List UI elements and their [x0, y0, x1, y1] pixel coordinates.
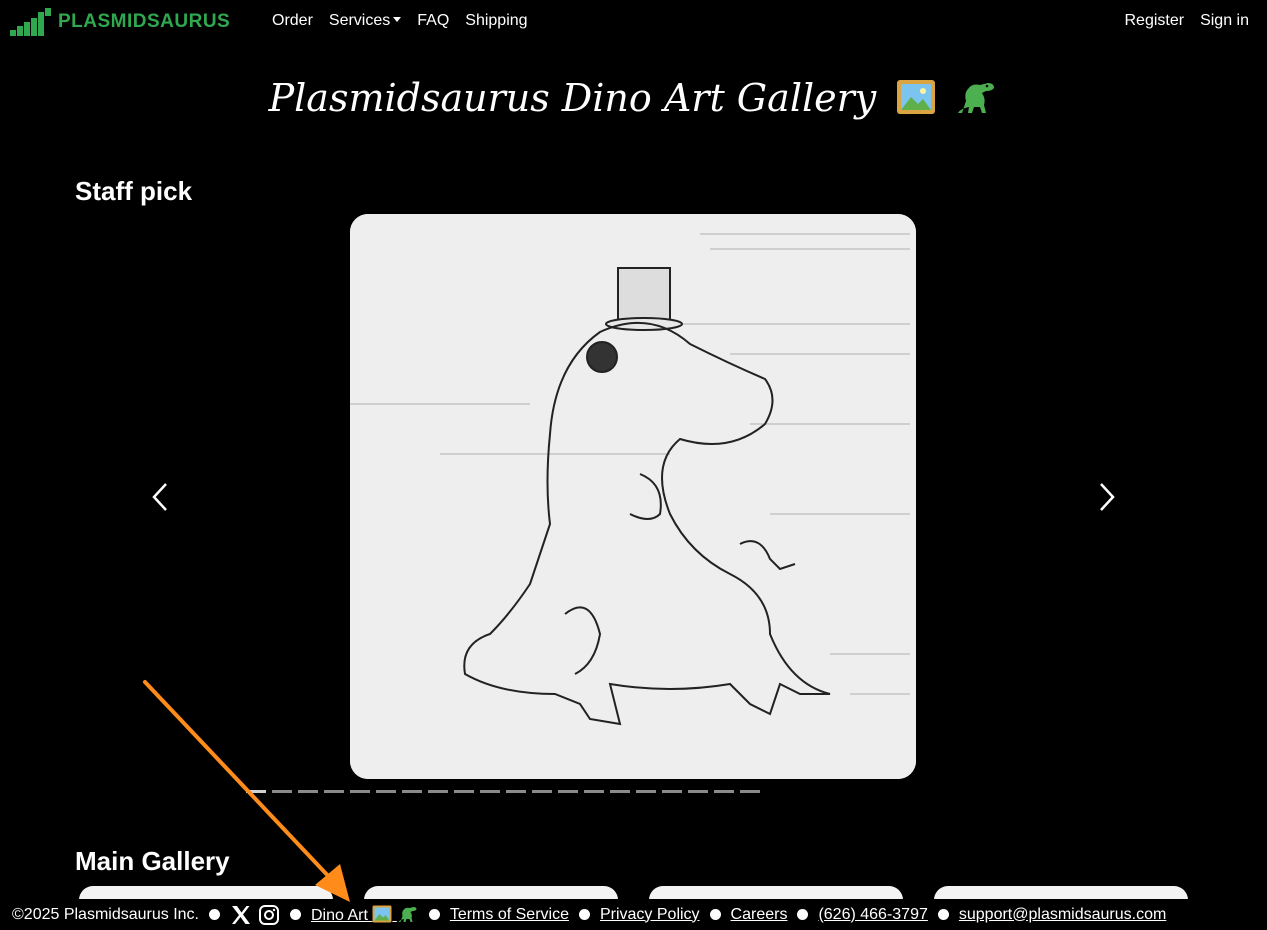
- copyright-text: ©2025 Plasmidsaurus Inc.: [12, 905, 199, 923]
- nav-services-dropdown[interactable]: Services: [328, 12, 402, 30]
- nav-faq[interactable]: FAQ: [417, 12, 449, 30]
- instagram-icon[interactable]: [258, 904, 280, 926]
- separator-dot: [209, 909, 220, 920]
- brand-name: PLASMIDSAURUS: [58, 8, 230, 36]
- brand-name-part1: PLASMID: [58, 11, 147, 32]
- page-title: Plasmidsaurus Dino Art Gallery: [0, 76, 1267, 120]
- sign-in-link[interactable]: Sign in: [1200, 12, 1249, 30]
- top-navbar: PLASMIDSAURUS Order Services FAQ Shippin…: [0, 0, 1267, 45]
- carousel-prev-icon[interactable]: [148, 480, 172, 514]
- carousel-indicator[interactable]: [454, 790, 474, 793]
- plasmidsaurus-logo-icon: [10, 8, 51, 36]
- main-gallery-heading: Main Gallery: [75, 846, 230, 876]
- x-twitter-icon[interactable]: [230, 904, 252, 926]
- carousel-indicator[interactable]: [298, 790, 318, 793]
- carousel-indicator[interactable]: [688, 790, 708, 793]
- separator-dot: [290, 909, 301, 920]
- carousel-indicator[interactable]: [428, 790, 448, 793]
- nav-services-label: Services: [328, 12, 391, 29]
- brand-name-part2: SAURUS: [147, 11, 231, 32]
- carousel-indicator[interactable]: [558, 790, 578, 793]
- carousel-indicator[interactable]: [740, 790, 760, 793]
- dinosaur-icon: [958, 83, 995, 113]
- support-email-link[interactable]: support@plasmidsaurus.com: [959, 906, 1166, 924]
- carousel-indicator[interactable]: [350, 790, 370, 793]
- site-footer: ©2025 Plasmidsaurus Inc. Dino Art Terms …: [0, 899, 1267, 930]
- chevron-down-icon: [393, 17, 402, 22]
- nav-shipping[interactable]: Shipping: [465, 12, 527, 30]
- carousel-indicator[interactable]: [480, 790, 500, 793]
- carousel-indicator[interactable]: [610, 790, 630, 793]
- privacy-policy-link[interactable]: Privacy Policy: [600, 906, 700, 924]
- staff-pick-heading: Staff pick: [75, 176, 193, 206]
- staff-pick-carousel-image[interactable]: [350, 214, 916, 779]
- separator-dot: [937, 909, 949, 920]
- carousel-indicator[interactable]: [272, 790, 292, 793]
- framed-picture-icon: [897, 80, 936, 114]
- careers-link[interactable]: Careers: [731, 906, 788, 924]
- carousel-next-icon[interactable]: [1095, 480, 1119, 514]
- carousel-indicator[interactable]: [376, 790, 396, 793]
- separator-dot: [797, 909, 809, 920]
- phone-link[interactable]: (626) 466-3797: [818, 906, 927, 924]
- separator-dot: [709, 909, 721, 920]
- carousel-indicator[interactable]: [636, 790, 656, 793]
- dino-sketch-illustration: [350, 214, 916, 779]
- carousel-indicator[interactable]: [584, 790, 604, 793]
- register-link[interactable]: Register: [1125, 12, 1185, 30]
- account-nav: Register Sign in: [1125, 12, 1250, 30]
- terms-of-service-link[interactable]: Terms of Service: [450, 906, 569, 924]
- framed-picture-icon: [372, 905, 392, 922]
- page-title-text: Plasmidsaurus Dino Art Gallery: [268, 76, 877, 120]
- carousel-indicator[interactable]: [402, 790, 422, 793]
- carousel-indicator[interactable]: [662, 790, 682, 793]
- carousel-indicator[interactable]: [246, 790, 266, 793]
- nav-order[interactable]: Order: [272, 12, 313, 30]
- footer-dino-art-link[interactable]: Dino Art: [311, 905, 419, 925]
- carousel-indicator[interactable]: [532, 790, 552, 793]
- carousel-indicator[interactable]: [506, 790, 526, 793]
- carousel-indicators: [246, 790, 760, 793]
- brand-logo-link[interactable]: PLASMIDSAURUS: [10, 8, 230, 36]
- dinosaur-icon: [398, 906, 417, 922]
- main-nav: Order Services FAQ Shipping: [272, 12, 528, 30]
- footer-dino-art-label: Dino Art: [311, 906, 368, 924]
- carousel-indicator[interactable]: [714, 790, 734, 793]
- separator-dot: [428, 909, 440, 920]
- separator-dot: [578, 909, 590, 920]
- social-links: [230, 904, 280, 926]
- carousel-indicator[interactable]: [324, 790, 344, 793]
